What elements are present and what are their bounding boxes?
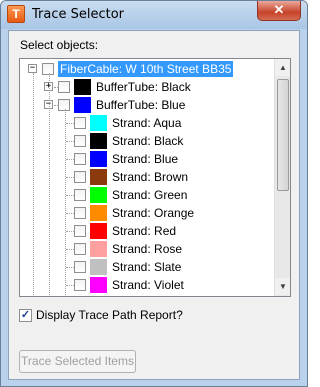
tree-node-checkbox[interactable]	[74, 279, 86, 291]
tree-connector-line	[66, 177, 74, 178]
tree-node-checkbox[interactable]	[74, 117, 86, 129]
tree-node-label: Strand: Blue	[112, 152, 179, 166]
tree-node-label: Strand: Red	[112, 224, 177, 238]
tree-connector-line	[66, 123, 74, 124]
tree-node-checkbox[interactable]	[74, 261, 86, 273]
title-bar[interactable]: T Trace Selector ✕	[1, 1, 307, 29]
tree-connector-line	[66, 141, 74, 142]
tree-connector-line	[66, 267, 74, 268]
tree-node-strand[interactable]: Strand: Black	[20, 132, 274, 150]
tree-node-buffertube[interactable]: − BufferTube: Blue	[20, 96, 274, 114]
window-title: Trace Selector	[32, 7, 125, 22]
tree-connector-line	[66, 249, 74, 250]
scroll-up-icon[interactable]: ▲	[275, 59, 290, 76]
tree-node-checkbox[interactable]	[74, 189, 86, 201]
close-icon: ✕	[273, 2, 285, 17]
tree-node-buffertube[interactable]: + BufferTube: Black	[20, 78, 274, 96]
tree-connector-line	[54, 87, 58, 88]
tree-node-checkbox[interactable]	[74, 135, 86, 147]
color-swatch	[90, 205, 107, 221]
tree-node-strand[interactable]: Strand: Aqua	[20, 114, 274, 132]
display-report-label[interactable]: Display Trace Path Report?	[36, 308, 183, 322]
color-swatch	[90, 151, 107, 167]
tree-node-label: Strand: Orange	[112, 206, 195, 220]
tree-node-checkbox[interactable]	[74, 243, 86, 255]
tree-vertical-scrollbar[interactable]: ▲ ▼	[274, 59, 290, 296]
tree-connector-line	[66, 285, 74, 286]
tree-node-label: Strand: Brown	[112, 170, 189, 184]
tree-node-label: Strand: Rose	[112, 242, 183, 256]
tree-connector-line	[49, 73, 50, 296]
checkmark-icon: ✓	[20, 309, 31, 321]
scroll-down-icon[interactable]: ▼	[275, 278, 290, 295]
trace-selector-window: T Trace Selector ✕ Select objects: − Fibe…	[0, 0, 308, 387]
tree-content: − FiberCable: W 10th Street BB35 + BufferTu…	[20, 59, 274, 296]
tree-node-label: Strand: Violet	[112, 278, 184, 292]
color-swatch	[90, 241, 107, 257]
tree-node-checkbox[interactable]	[74, 207, 86, 219]
tree-node-strand[interactable]: Strand: Red	[20, 222, 274, 240]
dialog-body: Select objects: − FiberCable: W 10th Stre…	[8, 30, 300, 380]
tree-node-checkbox[interactable]	[74, 153, 86, 165]
tree-node-strand[interactable]: Strand: White	[20, 294, 274, 296]
trace-selected-items-button[interactable]: Trace Selected Items	[19, 350, 136, 373]
tree-node-checkbox[interactable]	[74, 171, 86, 183]
tree-node-strand[interactable]: Strand: Slate	[20, 258, 274, 276]
color-swatch	[90, 169, 107, 185]
tree-connector-line	[54, 105, 58, 106]
tree-node-label: Strand: Slate	[112, 260, 182, 274]
tree-node-strand[interactable]: Strand: Blue	[20, 150, 274, 168]
tree-node-label: Strand: White	[110, 295, 187, 296]
tree-connector-line	[66, 159, 74, 160]
close-button[interactable]: ✕	[257, 1, 301, 21]
tree-node-label: FiberCable: W 10th Street BB35	[58, 61, 234, 77]
color-swatch	[90, 223, 107, 239]
tree-node-fibercable[interactable]: − FiberCable: W 10th Street BB35	[20, 60, 274, 78]
tree-node-strand[interactable]: Strand: Green	[20, 186, 274, 204]
collapse-icon[interactable]: −	[28, 64, 37, 73]
scrollbar-thumb[interactable]	[277, 79, 289, 191]
tree-node-strand[interactable]: Strand: Rose	[20, 240, 274, 258]
object-tree[interactable]: − FiberCable: W 10th Street BB35 + BufferTu…	[19, 58, 291, 297]
tree-connector-line	[66, 231, 74, 232]
color-swatch	[90, 295, 107, 296]
display-report-checkbox[interactable]: ✓	[19, 309, 32, 322]
tree-connector-line	[66, 213, 74, 214]
color-swatch	[90, 277, 107, 293]
tree-node-strand[interactable]: Strand: Brown	[20, 168, 274, 186]
select-objects-label: Select objects:	[20, 38, 99, 52]
color-swatch	[90, 259, 107, 275]
tree-node-checkbox[interactable]	[58, 99, 70, 111]
tree-node-label: BufferTube: Black	[96, 80, 191, 94]
tree-node-label: Strand: Aqua	[112, 116, 182, 130]
color-swatch	[90, 187, 107, 203]
color-swatch	[74, 97, 91, 113]
tree-node-label: BufferTube: Blue	[96, 98, 186, 112]
tree-connector-line	[33, 73, 34, 296]
tree-node-checkbox[interactable]	[58, 81, 70, 93]
color-swatch	[90, 115, 107, 131]
color-swatch	[90, 133, 107, 149]
tree-node-checkbox[interactable]	[74, 225, 86, 237]
tree-node-strand[interactable]: Strand: Violet	[20, 276, 274, 294]
tree-node-label: Strand: Green	[112, 188, 188, 202]
tree-node-strand[interactable]: Strand: Orange	[20, 204, 274, 222]
tree-node-label: Strand: Black	[112, 134, 184, 148]
tree-connector-line	[66, 195, 74, 196]
color-swatch	[74, 79, 91, 95]
app-icon: T	[7, 5, 25, 23]
tree-node-checkbox[interactable]	[42, 63, 54, 75]
